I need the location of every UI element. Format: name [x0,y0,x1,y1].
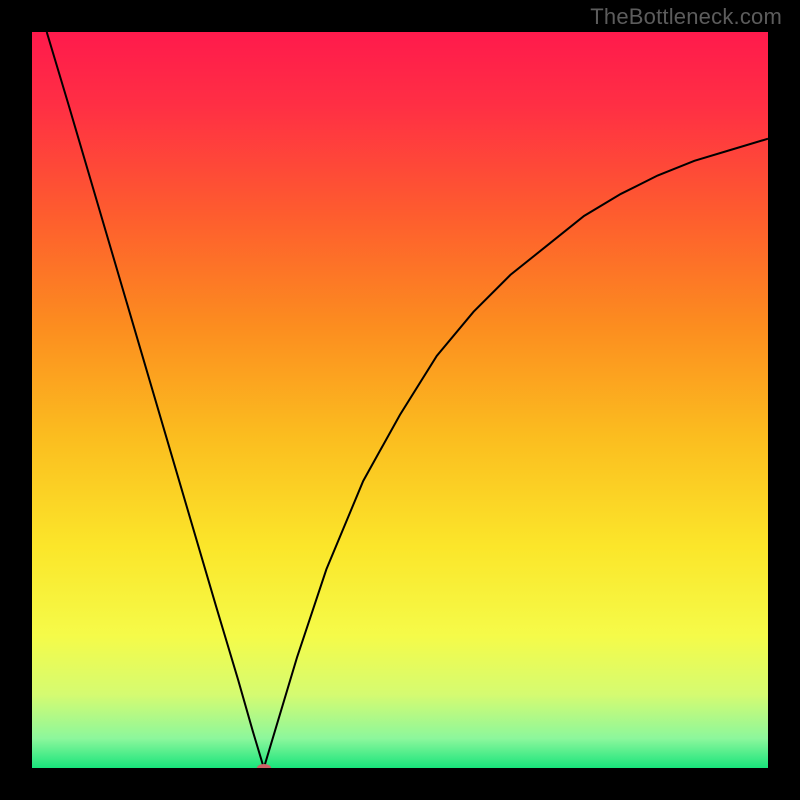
plot-area [32,32,768,768]
chart-frame: TheBottleneck.com [0,0,800,800]
attribution-text: TheBottleneck.com [590,4,782,30]
bottleneck-curve [32,32,768,768]
minimum-marker [257,764,271,768]
